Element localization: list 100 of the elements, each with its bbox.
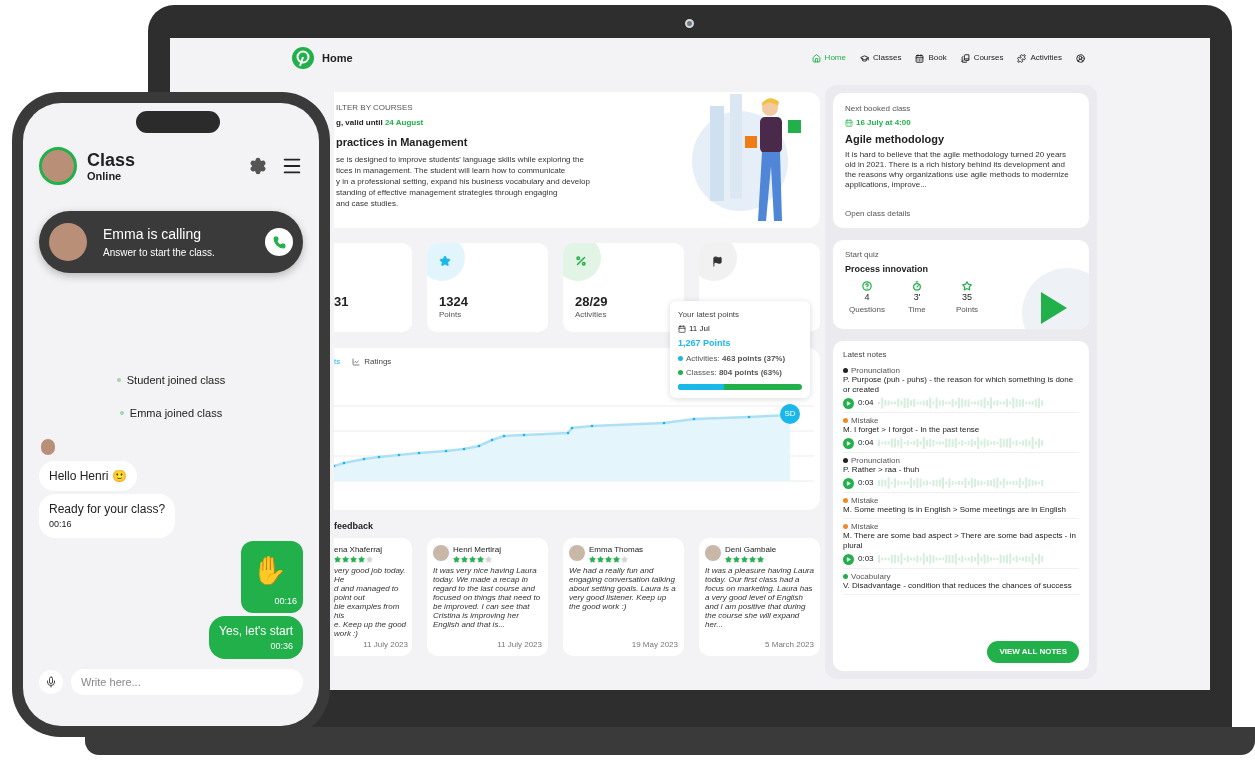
tooltip-date: 11 Jul <box>689 323 710 335</box>
note-category: Vocabulary <box>851 572 891 581</box>
note-text: V. Disadvantage - condition that reduces the chances of success <box>843 581 1073 591</box>
audio-duration: 0:03 <box>858 477 874 489</box>
settings-icon <box>249 157 267 175</box>
nav-link[interactable]: Book <box>915 52 947 64</box>
reviewer-name: Henri Mertiraj <box>453 543 501 556</box>
play-button[interactable] <box>843 477 854 489</box>
class-description: It is hard to believe that the agile methodology turned 20 years old in 2021. There is a rich history behind its development and the reasons why organizations use agile methods to modernize applications, improve... <box>845 149 1070 190</box>
calendar-icon <box>915 53 925 63</box>
card-label: Start quiz <box>845 249 880 261</box>
quiz-stat-label: Points <box>955 304 979 316</box>
tooltip-title: Your latest points <box>678 309 741 321</box>
section-title: feedback <box>334 520 375 533</box>
stat-value: 28/29 <box>575 295 609 309</box>
feedback-date: 5 March 2023 <box>765 638 814 651</box>
chat-title: Class <box>87 150 136 169</box>
stat-label: Points <box>439 309 463 321</box>
play-button[interactable] <box>843 397 854 409</box>
stat-value: 31 <box>334 295 350 309</box>
class-title: Agile methodology <box>845 132 945 147</box>
quiz-title: Process innovation <box>845 263 930 276</box>
play-icon <box>846 400 851 406</box>
legend-text: Activities: 463 points (37%) <box>686 352 786 365</box>
nav-link[interactable]: Classes <box>859 52 902 64</box>
chat-bubble: Ready for your class? 00:16 <box>39 494 176 538</box>
feedback-date: 11 July 2023 <box>363 638 408 651</box>
note-text: M. I forget > I forgot - In the past tense <box>843 425 981 435</box>
emoji-message: ✋ 00:16 <box>241 540 303 613</box>
calendar-icon <box>845 119 853 127</box>
class-details-link[interactable]: Open class details <box>845 208 1077 220</box>
timer-icon <box>912 280 922 291</box>
quiz-stat-value: 35 <box>962 290 972 304</box>
profile-button[interactable] <box>1076 53 1085 63</box>
note-text: M. Some meeting is in English > Some meetings are in English <box>843 505 1067 515</box>
chat-bubble: Hello Henri 🙂 <box>39 461 137 491</box>
nav-link[interactable]: Courses <box>960 52 1004 64</box>
quiz-stat-label: Questions <box>849 304 885 316</box>
calendar-icon <box>678 325 686 333</box>
call-title: Emma is calling <box>103 225 203 244</box>
card-title: Latest notes <box>843 349 888 361</box>
flag-icon <box>711 255 723 267</box>
reviewer-name: Emma Thomas <box>589 543 644 556</box>
quiz-stat-value: 4 <box>864 290 870 304</box>
feedback-date: 19 May 2023 <box>631 638 678 651</box>
end-point-badge: SD <box>780 404 800 424</box>
course-title: practices in Management <box>336 135 469 150</box>
play-icon <box>846 556 851 562</box>
note-category: Mistake <box>851 522 879 531</box>
graduation-cap-icon <box>859 53 869 63</box>
avatar <box>705 545 721 561</box>
audio-duration: 0:04 <box>858 397 874 409</box>
note-text: M. There are some bad aspect > There are some bad aspects - in plural <box>843 531 1077 551</box>
stat-value: 1324 <box>439 295 469 309</box>
play-icon <box>846 440 851 446</box>
star-icon <box>962 280 972 291</box>
percent-icon <box>575 255 587 267</box>
tooltip-total: 1,267 Points <box>678 337 732 350</box>
validity-text: g, valid until 24 August <box>336 117 425 129</box>
note-category: Mistake <box>851 496 879 505</box>
note-category: Pronunciation <box>851 366 900 375</box>
feedback-text: e. Keep up the good work :) <box>334 619 408 638</box>
microphone-icon <box>45 676 57 688</box>
nav-link[interactable]: Activities <box>1017 52 1062 64</box>
audio-duration: 0:04 <box>858 437 874 449</box>
note-category: Pronunciation <box>851 456 900 465</box>
answer-call-button[interactable] <box>265 228 293 256</box>
filter-label: ILTER BY COURSES <box>336 102 414 114</box>
books-icon <box>960 53 970 63</box>
system-message: Student joined class <box>126 373 226 388</box>
logo-icon <box>292 47 314 69</box>
puzzle-icon <box>1017 53 1027 63</box>
star-icon <box>439 255 451 267</box>
reviewer-name: Deni Gambale <box>725 543 777 556</box>
user-icon <box>1076 53 1085 63</box>
legend-text: Classes: 804 points (63%) <box>686 366 783 379</box>
course-description: se is designed to improve students' language skills while exploring the tices in management. The student will learn how to communicate y in a professional setting, expand his business vocabulary and develop standing of effective management strategies through engaging and case studies. <box>336 153 591 209</box>
page-title: Home <box>322 50 353 66</box>
audio-duration: 0:03 <box>858 553 874 565</box>
note-category: Mistake <box>851 416 879 425</box>
chat-bubble: Yes, let's start 00:36 <box>209 615 303 659</box>
avatar <box>49 223 87 261</box>
microphone-button[interactable] <box>39 670 63 694</box>
feedback-text: It was a pleasure having Laura today. Our first class had a focus on marketing. Laura has a very good level of English and I am positive that during the course she will expand her... <box>705 565 814 629</box>
chart-tab[interactable]: Ratings <box>352 356 392 368</box>
card-label: Next booked class <box>845 103 912 115</box>
camera-icon <box>685 19 694 28</box>
reviewer-name: ena Xhaferraj <box>334 543 383 556</box>
home-icon <box>811 53 821 63</box>
call-subtitle: Answer to start the class. <box>103 246 215 260</box>
play-button[interactable] <box>843 553 854 565</box>
quiz-stat-value: 3' <box>913 290 921 304</box>
note-text: P. Purpose (puh - puhs) - the reason for which something is done or created <box>843 375 1075 395</box>
quiz-stat-label: Time <box>908 304 926 316</box>
play-button[interactable] <box>843 437 854 449</box>
phone-icon <box>272 235 286 249</box>
avatar <box>569 545 585 561</box>
class-date: 16 July at 4:00 <box>856 117 911 129</box>
message-input[interactable]: Write here... <box>71 669 303 695</box>
note-text: P. Rather > raa - thuh <box>843 465 921 475</box>
